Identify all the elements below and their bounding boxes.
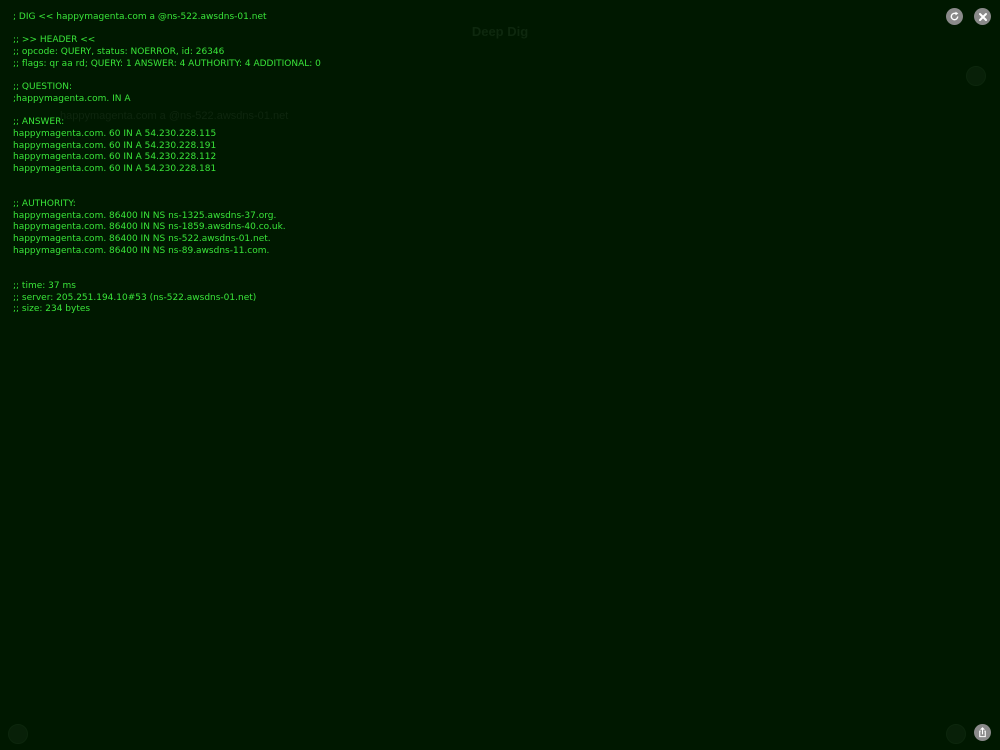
share-icon bbox=[979, 727, 986, 738]
terminal-line: ;; opcode: QUERY, status: NOERROR, id: 2… bbox=[13, 47, 225, 58]
terminal-line: ;; AUTHORITY: bbox=[13, 199, 76, 209]
terminal-line: ;; time: 37 ms bbox=[13, 280, 76, 291]
refresh-button[interactable] bbox=[946, 8, 963, 25]
terminal-line: ;; ANSWER: bbox=[13, 117, 65, 128]
terminal-line: happymagenta.com. 86400 IN NS ns-522.aws… bbox=[13, 234, 271, 245]
terminal-line: happymagenta.com. 60 IN A 54.230.228.112 bbox=[13, 152, 217, 163]
background-settings-icon bbox=[8, 724, 28, 744]
terminal-line: happymagenta.com. 86400 IN NS ns-89.awsd… bbox=[13, 245, 270, 256]
terminal-line: happymagenta.com. 86400 IN NS ns-1325.aw… bbox=[13, 210, 277, 221]
terminal-line: happymagenta.com. 60 IN A 54.230.228.191 bbox=[13, 140, 217, 151]
background-circle-icon bbox=[966, 66, 986, 86]
terminal-line: happymagenta.com. 86400 IN NS ns-1859.aw… bbox=[13, 222, 286, 233]
background-info-icon bbox=[946, 724, 966, 744]
terminal-line: ;happymagenta.com. IN A bbox=[13, 93, 131, 104]
close-button[interactable] bbox=[974, 8, 991, 25]
dig-output: ; DIG << happymagenta.com a @ns-522.awsd… bbox=[13, 12, 913, 316]
share-button[interactable] bbox=[974, 724, 991, 741]
terminal-line: ;; size: 234 bytes bbox=[13, 304, 91, 315]
close-icon bbox=[978, 12, 987, 21]
terminal-line: happymagenta.com. 60 IN A 54.230.228.181 bbox=[13, 163, 217, 174]
terminal-line: ;; flags: qr aa rd; QUERY: 1 ANSWER: 4 A… bbox=[13, 58, 321, 69]
terminal-line: ;; >> HEADER << bbox=[13, 35, 96, 46]
terminal-line: happymagenta.com. 60 IN A 54.230.228.115 bbox=[13, 128, 217, 139]
terminal-line: ;; server: 205.251.194.10#53 (ns-522.aws… bbox=[13, 292, 257, 303]
terminal-line: ;; QUESTION: bbox=[13, 82, 72, 93]
refresh-icon bbox=[950, 11, 959, 21]
terminal-line: ; DIG << happymagenta.com a @ns-522.awsd… bbox=[13, 12, 267, 22]
